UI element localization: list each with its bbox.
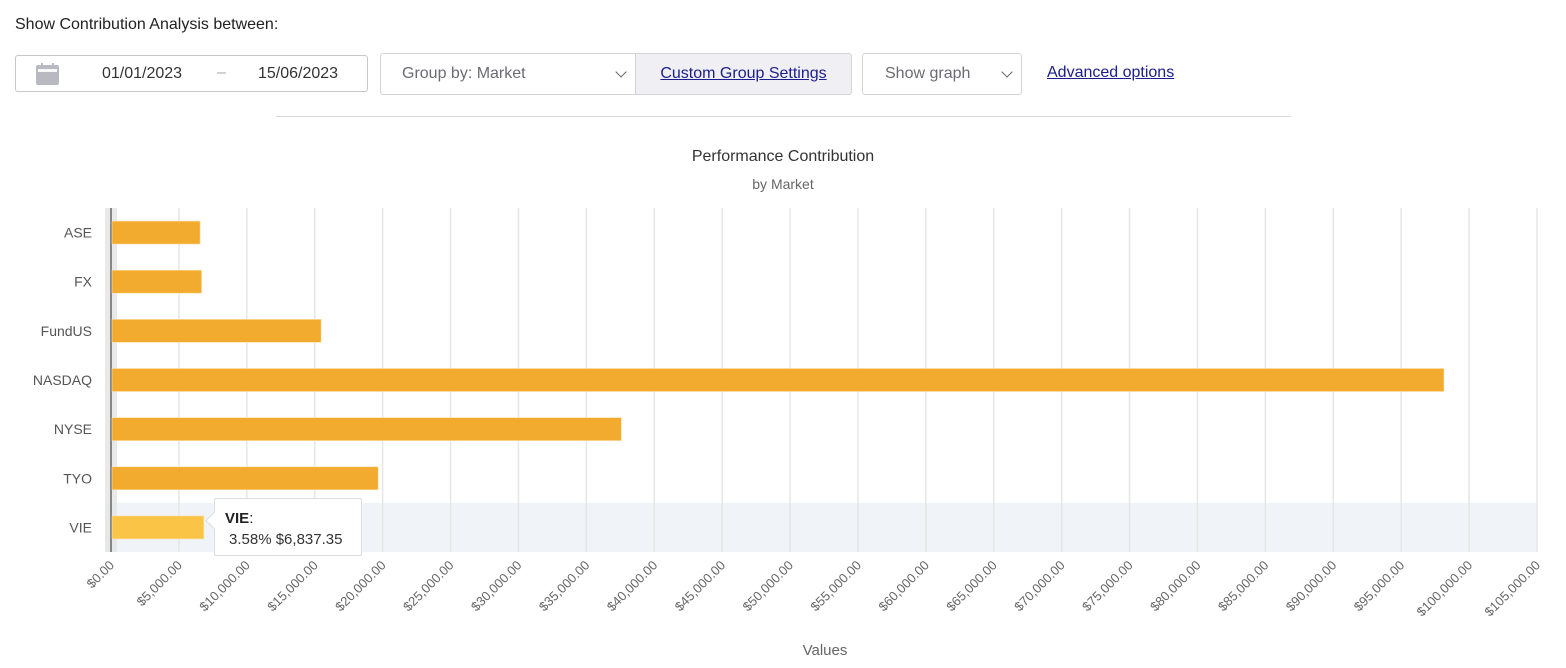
x-tick-label: $15,000.00: [264, 558, 321, 615]
x-tick-label: $70,000.00: [1011, 558, 1068, 615]
y-tick-label: ASE: [64, 225, 92, 241]
bar-chart: ASE FX FundUS NASDAQ NYSE TYO VIE $0.00 $5,000.…: [33, 208, 1543, 659]
x-tick-label: $20,000.00: [332, 558, 389, 615]
x-tick-label: $95,000.00: [1351, 558, 1408, 615]
x-tick-label: $85,000.00: [1215, 558, 1272, 615]
x-tick-label: $80,000.00: [1147, 558, 1204, 615]
x-tick-label: $60,000.00: [875, 558, 932, 615]
x-tick-label: $50,000.00: [740, 558, 797, 615]
x-tick-label: $0.00: [84, 558, 118, 592]
y-tick-label: TYO: [63, 470, 92, 486]
bar-ase[interactable]: [111, 220, 201, 245]
x-tick-label: $40,000.00: [604, 558, 661, 615]
y-tick-label: VIE: [69, 519, 92, 535]
x-tick-label: $65,000.00: [943, 558, 1000, 615]
tooltip-category: VIE: [225, 510, 250, 527]
tooltip-colon: :: [249, 510, 254, 527]
bar-nyse[interactable]: [111, 417, 622, 441]
x-tick-label: $30,000.00: [468, 558, 525, 615]
x-axis-title: Values: [803, 642, 848, 659]
x-tick-label: $5,000.00: [134, 558, 186, 610]
tooltip-value: $6,837.35: [275, 531, 343, 548]
bar-fundus[interactable]: [111, 319, 322, 343]
x-tick-label: $105,000.00: [1481, 558, 1543, 620]
y-tick-label: FundUS: [41, 323, 92, 339]
x-tick-label: $90,000.00: [1283, 558, 1340, 615]
tooltip-percent: 3.58%: [229, 531, 272, 548]
bar-fx[interactable]: [111, 269, 202, 294]
x-tick-label: $25,000.00: [400, 558, 457, 615]
bar-tyo[interactable]: [111, 466, 379, 491]
x-tick-label: $55,000.00: [807, 558, 864, 615]
bar-vie[interactable]: [111, 515, 205, 540]
x-tick-label: $100,000.00: [1413, 558, 1475, 620]
y-tick-label: NASDAQ: [33, 372, 92, 388]
tooltip: VIE: 3.58% $6,837.35: [214, 498, 362, 556]
x-tick-label: $45,000.00: [672, 558, 729, 615]
x-tick-label: $35,000.00: [536, 558, 593, 615]
bar-nasdaq[interactable]: [111, 368, 1445, 392]
x-tick-label: $10,000.00: [196, 558, 253, 615]
y-tick-label: NYSE: [54, 421, 92, 437]
y-tick-label: FX: [74, 274, 93, 290]
x-tick-label: $75,000.00: [1079, 558, 1136, 615]
